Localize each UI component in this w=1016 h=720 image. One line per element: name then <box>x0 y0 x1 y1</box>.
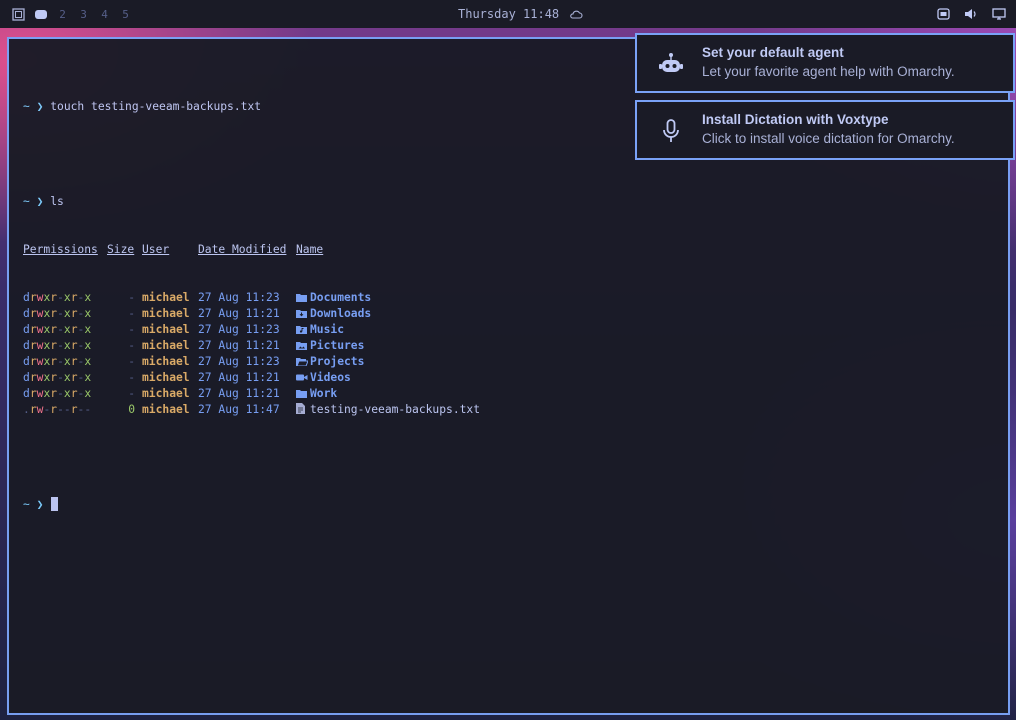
ls-row: drwxr-xr-x - michael 27 Aug 11:21 Pictures <box>23 338 998 354</box>
ls-row: drwxr-xr-x - michael 27 Aug 11:21 Work <box>23 386 998 402</box>
folder-icon <box>296 291 307 307</box>
date-cell: 27 Aug 11:21 <box>198 387 280 400</box>
date-cell: 27 Aug 11:23 <box>198 355 280 368</box>
top-bar: 2 3 4 5 Thursday 11:48 <box>0 0 1016 28</box>
workspace-2[interactable]: 2 <box>57 8 68 21</box>
name-cell: Videos <box>296 370 351 387</box>
clock[interactable]: Thursday 11:48 <box>458 7 559 21</box>
header-date-modified: Date Modified <box>198 243 287 256</box>
size-cell: - <box>128 307 135 320</box>
prompt: ~ ❯ <box>23 195 44 208</box>
display-icon[interactable] <box>992 8 1006 20</box>
name-cell: Projects <box>296 354 364 371</box>
ls-row: drwxr-xr-x - michael 27 Aug 11:23 Documents <box>23 290 998 306</box>
user-cell: michael <box>142 307 190 320</box>
permissions-cell: drwxr-xr-x <box>23 355 92 368</box>
permissions-cell: drwxr-xr-x <box>23 291 92 304</box>
user-cell: michael <box>142 323 190 336</box>
ls-row: drwxr-xr-x - michael 27 Aug 11:21 Downloads <box>23 306 998 322</box>
permissions-cell: drwxr-xr-x <box>23 387 92 400</box>
ls-row: drwxr-xr-x - michael 27 Aug 11:23 Projects <box>23 354 998 370</box>
folder-icon <box>296 387 307 403</box>
size-cell: - <box>128 291 135 304</box>
name-cell: Work <box>296 386 337 403</box>
bluetooth-icon[interactable] <box>937 8 950 20</box>
name-cell: Documents <box>296 290 371 307</box>
ls-row: .rw-r--r-- 0 michael 27 Aug 11:47 testing-ve… <box>23 402 998 418</box>
user-cell: michael <box>142 387 190 400</box>
date-cell: 27 Aug 11:47 <box>198 403 280 416</box>
notification-title: Install Dictation with Voxtype <box>702 112 889 127</box>
name-cell: Music <box>296 322 344 339</box>
permissions-cell: drwxr-xr-x <box>23 339 92 352</box>
name-cell: Pictures <box>296 338 364 355</box>
size-cell: - <box>128 355 135 368</box>
date-cell: 27 Aug 11:21 <box>198 371 280 384</box>
size-cell: - <box>128 323 135 336</box>
file-text-icon <box>296 403 307 419</box>
date-cell: 27 Aug 11:23 <box>198 291 280 304</box>
size-cell: - <box>128 371 135 384</box>
size-cell: - <box>128 387 135 400</box>
user-cell: michael <box>142 371 190 384</box>
folder-image-icon <box>296 339 307 355</box>
workspace-1-active[interactable] <box>35 9 47 19</box>
header-name: Name <box>296 243 324 256</box>
name-cell: Downloads <box>296 306 371 323</box>
user-cell: michael <box>142 403 190 416</box>
notification-title: Set your default agent <box>702 45 844 60</box>
ls-row: drwxr-xr-x - michael 27 Aug 11:21 Videos <box>23 370 998 386</box>
size-cell: 0 <box>128 403 135 416</box>
workspace-5[interactable]: 5 <box>120 8 131 21</box>
weather-cloud-icon <box>569 9 583 19</box>
video-icon <box>296 371 308 387</box>
date-cell: 27 Aug 11:23 <box>198 323 280 336</box>
header-size: Size <box>107 243 135 256</box>
user-cell: michael <box>142 291 190 304</box>
ls-row: drwxr-xr-x - michael 27 Aug 11:23 Music <box>23 322 998 338</box>
workspace-3[interactable]: 3 <box>78 8 89 21</box>
folder-open-icon <box>296 355 309 371</box>
folder-download-icon <box>296 307 307 323</box>
robot-icon <box>657 50 685 78</box>
permissions-cell: drwxr-xr-x <box>23 371 92 384</box>
notification-body: Let your favorite agent help with Omarch… <box>702 64 955 79</box>
command-line-3: ~ ❯ <box>23 497 998 513</box>
notification-install-dictation[interactable]: Install Dictation with Voxtype Click to … <box>635 100 1015 160</box>
workspace-switcher: 2 3 4 5 <box>12 0 131 28</box>
header-permissions: Permissions <box>23 243 98 256</box>
ls-header-row: Permissions Size User Date Modified Name <box>23 242 998 258</box>
prompt: ~ ❯ <box>23 100 44 113</box>
text-cursor <box>51 497 59 511</box>
notification-default-agent[interactable]: Set your default agent Let your favorite… <box>635 33 1015 93</box>
permissions-cell: .rw-r--r-- <box>23 403 92 416</box>
microphone-icon <box>657 117 685 145</box>
command-line-2: ~ ❯ ls <box>23 194 998 210</box>
size-cell: - <box>128 339 135 352</box>
header-user: User <box>142 243 170 256</box>
user-cell: michael <box>142 339 190 352</box>
notification-body: Click to install voice dictation for Oma… <box>702 131 955 146</box>
name-cell: testing-veeam-backups.txt <box>296 402 480 419</box>
permissions-cell: drwxr-xr-x <box>23 323 92 336</box>
permissions-cell: drwxr-xr-x <box>23 307 92 320</box>
prompt: ~ ❯ <box>23 498 44 511</box>
date-cell: 27 Aug 11:21 <box>198 339 280 352</box>
date-cell: 27 Aug 11:21 <box>198 307 280 320</box>
command-text: ls <box>50 195 64 208</box>
omarchy-menu-icon[interactable] <box>12 7 25 21</box>
volume-icon[interactable] <box>964 8 978 20</box>
folder-music-icon <box>296 323 307 339</box>
user-cell: michael <box>142 355 190 368</box>
command-text: touch testing-veeam-backups.txt <box>50 100 262 113</box>
workspace-4[interactable]: 4 <box>99 8 110 21</box>
